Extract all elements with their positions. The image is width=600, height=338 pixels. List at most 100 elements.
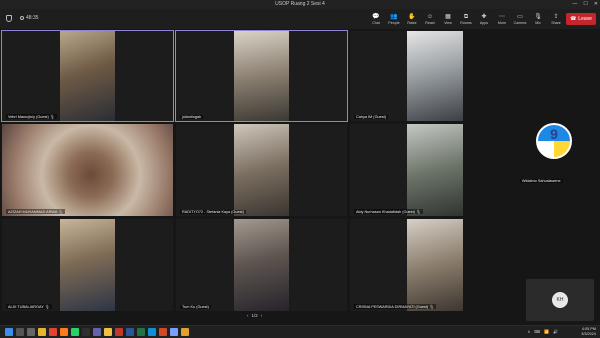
chat-icon: 💬 bbox=[372, 13, 380, 20]
participant-tile[interactable]: Aldy Nurhasan Khadafidah (Guest) 🎙 bbox=[350, 124, 463, 216]
video-feed bbox=[407, 219, 463, 311]
participant-name-tag: Aldy Nurhasan Khadafidah (Guest) 🎙 bbox=[354, 209, 423, 214]
clock[interactable]: 4:05 PM 3/3/2024 bbox=[581, 327, 596, 337]
mic-muted-icon: 🎙 bbox=[49, 115, 55, 119]
toolbar-label: React bbox=[425, 20, 435, 25]
participant-name-tag: Cahya IM (Guest) bbox=[354, 115, 388, 119]
participant-name: Widalmo Sahuslawene bbox=[522, 179, 561, 183]
show-hidden-icons-icon[interactable]: ∧ bbox=[527, 329, 530, 334]
toolbar-buttons: 💬 Chat 👥 People ✋ Raise ☺ React ▦ View ⧉ Rooms ✚ Apps… bbox=[368, 11, 564, 27]
participant-name-tag: RADITYO72 - Stefania Kaya (Guest) bbox=[180, 210, 246, 214]
participant-name: CRISNA PESWARDIA DIRMAYATI (Guest) bbox=[356, 305, 429, 309]
toolbar-label: Share bbox=[551, 20, 561, 25]
participant-tile[interactable]: ALDI TUBALIAROAY 🎙 bbox=[2, 219, 173, 311]
video-feed bbox=[60, 219, 115, 311]
video-feed bbox=[407, 31, 463, 121]
participant-name-tag: AZIZAH MUHAMMAD ARWA 🎙 bbox=[6, 209, 66, 214]
video-feed bbox=[234, 124, 289, 216]
toolbar-label: People bbox=[388, 20, 400, 25]
participant-name: ALDI TUBALIAROAY bbox=[8, 305, 44, 309]
app-icon[interactable] bbox=[82, 328, 90, 336]
self-view-tile[interactable]: KH bbox=[526, 279, 594, 321]
mic-button[interactable]: 🎙 Mic bbox=[530, 11, 546, 27]
participant-tile[interactable]: 9 Widalmo Sahuslawene bbox=[512, 119, 594, 185]
participant-name-tag: Widalmo Sahuslawene bbox=[520, 179, 563, 183]
chat-button[interactable]: 💬 Chat bbox=[368, 11, 384, 27]
chrome-icon[interactable] bbox=[49, 328, 57, 336]
mic-muted-icon: 🎙 bbox=[415, 210, 421, 214]
task-view-icon[interactable] bbox=[27, 328, 35, 336]
participant-name: Cahya IM (Guest) bbox=[356, 115, 386, 119]
search-icon[interactable] bbox=[16, 328, 24, 336]
mic-muted-icon: 🎙 bbox=[429, 305, 435, 309]
next-page-button[interactable]: › bbox=[261, 313, 263, 318]
powerpoint-icon[interactable] bbox=[159, 328, 167, 336]
volume-icon[interactable]: 🔊 bbox=[553, 329, 558, 334]
participant-name: AZIZAH MUHAMMAD ARWA bbox=[8, 210, 58, 214]
apps-icon: ✚ bbox=[481, 13, 487, 20]
toolbar-label: More bbox=[497, 20, 507, 25]
video-feed bbox=[234, 219, 289, 311]
video-feed bbox=[60, 31, 115, 121]
toolbar-label: Raise bbox=[407, 20, 417, 25]
participant-name: Aldy Nurhasan Khadafidah (Guest) bbox=[356, 210, 415, 214]
close-icon[interactable]: ✕ bbox=[594, 0, 598, 9]
app-icon[interactable] bbox=[170, 328, 178, 336]
apps-button[interactable]: ✚ Apps bbox=[476, 11, 492, 27]
people-icon: 👥 bbox=[390, 13, 398, 20]
whatsapp-icon[interactable] bbox=[71, 328, 79, 336]
folder-icon[interactable] bbox=[104, 328, 112, 336]
app-icon[interactable] bbox=[115, 328, 123, 336]
leave-label: Leave bbox=[578, 16, 592, 22]
keyboard-icon[interactable]: ⌨ bbox=[534, 329, 540, 334]
maximize-icon[interactable]: ☐ bbox=[583, 0, 587, 9]
taskbar-apps bbox=[5, 328, 189, 336]
participant-name-tag: Vebri Manurjiniy (Guest) 🎙 bbox=[6, 114, 57, 119]
mic-icon: 🎙 bbox=[534, 13, 542, 20]
app-icon[interactable] bbox=[181, 328, 189, 336]
teams-icon[interactable] bbox=[93, 328, 101, 336]
toolbar-label: Camera bbox=[513, 20, 527, 25]
prev-page-button[interactable]: ‹ bbox=[247, 313, 249, 318]
phone-icon: ☎ bbox=[570, 16, 577, 22]
share-button[interactable]: ⇪ Share bbox=[548, 11, 564, 27]
participant-tile[interactable]: Tum Ku (Guest) bbox=[176, 219, 347, 311]
avatar: KH bbox=[552, 292, 568, 308]
minimize-icon[interactable]: — bbox=[572, 0, 577, 9]
participant-name-tag: Tum Ku (Guest) bbox=[180, 305, 211, 309]
video-gallery: Vebri Manurjiniy (Guest) 🎙 juliantingah … bbox=[0, 29, 600, 325]
participant-name: Vebri Manurjiniy (Guest) bbox=[8, 115, 49, 119]
participant-name: Tum Ku (Guest) bbox=[182, 305, 209, 309]
participant-tile[interactable]: AZIZAH MUHAMMAD ARWA 🎙 bbox=[2, 124, 173, 216]
rooms-button[interactable]: ⧉ Rooms bbox=[458, 11, 474, 27]
leave-button[interactable]: ☎ Leave bbox=[566, 13, 596, 25]
participant-tile[interactable]: CRISNA PESWARDIA DIRMAYATI (Guest) 🎙 bbox=[350, 219, 463, 311]
browser-icon[interactable] bbox=[60, 328, 68, 336]
windows-start-icon[interactable] bbox=[5, 328, 13, 336]
participant-tile[interactable]: Cahya IM (Guest) bbox=[350, 31, 463, 121]
shield-icon[interactable] bbox=[6, 15, 12, 22]
react-button[interactable]: ☺ React bbox=[422, 11, 438, 27]
word-icon[interactable] bbox=[126, 328, 134, 336]
file-explorer-icon[interactable] bbox=[38, 328, 46, 336]
participant-tile[interactable]: RADITYO72 - Stefania Kaya (Guest) bbox=[176, 124, 347, 216]
meeting-timer: 48:35 bbox=[20, 15, 39, 21]
video-feed bbox=[234, 31, 289, 121]
participant-name-tag: ALDI TUBALIAROAY 🎙 bbox=[6, 304, 52, 309]
view-button[interactable]: ▦ View bbox=[440, 11, 456, 27]
wifi-icon[interactable]: 📶 bbox=[544, 329, 549, 334]
meeting-toolbar: 48:35 💬 Chat 👥 People ✋ Raise ☺ React ▦ View ⧉ Room… bbox=[0, 9, 600, 29]
excel-icon[interactable] bbox=[137, 328, 145, 336]
toolbar-label: Chat bbox=[372, 20, 380, 25]
more-icon: ⋯ bbox=[499, 13, 505, 20]
share-icon: ⇪ bbox=[553, 13, 559, 20]
participant-tile[interactable]: juliantingah bbox=[175, 30, 348, 122]
more-button[interactable]: ⋯ More bbox=[494, 11, 510, 27]
mic-muted-icon: 🎙 bbox=[58, 210, 64, 214]
edge-icon[interactable] bbox=[148, 328, 156, 336]
people-button[interactable]: 👥 People bbox=[386, 11, 402, 27]
raise-button[interactable]: ✋ Raise bbox=[404, 11, 420, 27]
participant-tile[interactable]: Vebri Manurjiniy (Guest) 🎙 bbox=[1, 30, 174, 122]
window-title: USOP Ruang 2 Sesi 4 bbox=[275, 1, 325, 7]
camera-button[interactable]: ▭ Camera bbox=[512, 11, 528, 27]
